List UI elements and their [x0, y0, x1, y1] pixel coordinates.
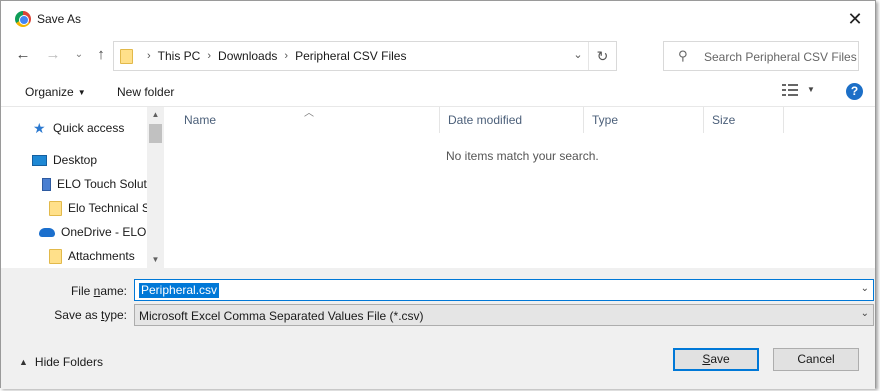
breadcrumb-separator-icon: › — [147, 50, 151, 62]
folder-icon — [49, 200, 62, 216]
column-header-name[interactable]: Name — [176, 107, 440, 133]
sidebar-item-label: Elo Technical S — [68, 201, 147, 215]
star-icon: ★ — [33, 119, 46, 136]
back-arrow-icon[interactable]: ← — [13, 45, 33, 65]
save-as-type-dropdown-icon[interactable]: ⌄ — [861, 308, 869, 319]
sidebar-item-label: Attachments — [68, 249, 135, 263]
organize-label: Organize — [25, 85, 74, 99]
main-pane: ★ Quick access Desktop ELO Touch Solut E… — [1, 107, 875, 268]
sidebar-item-attachments[interactable]: Attachments — [49, 246, 135, 266]
search-placeholder: Search Peripheral CSV Files — [704, 50, 857, 64]
save-button[interactable]: Save — [673, 348, 759, 371]
breadcrumb-separator-icon[interactable]: › — [284, 50, 288, 62]
new-folder-button[interactable]: New folder — [117, 85, 174, 99]
breadcrumb-downloads[interactable]: Downloads — [218, 49, 277, 63]
window-title: Save As — [37, 12, 82, 26]
column-header-date-modified[interactable]: Date modified — [440, 107, 584, 133]
desktop-icon — [32, 154, 47, 166]
navigation-pane: ★ Quick access Desktop ELO Touch Solut E… — [1, 107, 147, 268]
caret-down-icon: ▼ — [77, 88, 86, 97]
breadcrumb: › This PC › Downloads › Peripheral CSV F… — [140, 49, 406, 63]
chevron-up-icon: ▲ — [19, 357, 28, 367]
file-name-dropdown-icon[interactable]: ⌄ — [861, 283, 869, 294]
scroll-up-icon[interactable]: ▲ — [147, 107, 164, 123]
close-icon[interactable]: ✕ — [843, 7, 867, 31]
hide-folders-button[interactable]: ▲ Hide Folders — [19, 355, 103, 369]
sidebar-item-label: Desktop — [53, 153, 98, 167]
file-name-value: Peripheral.csv — [139, 283, 220, 298]
command-toolbar: Organize ▼ New folder ▼ ? — [1, 77, 875, 107]
recent-locations-chevron-icon[interactable]: ⌄ — [69, 45, 89, 65]
folder-icon — [120, 49, 133, 64]
sidebar-item-label: Quick access — [53, 121, 125, 135]
address-bar[interactable]: › This PC › Downloads › Peripheral CSV F… — [113, 41, 617, 71]
breadcrumb-separator-icon[interactable]: › — [207, 50, 211, 62]
file-name-label: File name: — [70, 284, 127, 298]
up-arrow-icon[interactable]: ↑ — [91, 45, 111, 65]
navigation-scrollbar[interactable]: ▲ ▼ — [147, 107, 164, 268]
save-as-type-label: Save as type: — [54, 308, 127, 322]
sidebar-item-elo-technical[interactable]: Elo Technical S — [49, 198, 147, 218]
navigation-bar: ← → ⌄ ↑ › This PC › Downloads › Peripher… — [1, 37, 875, 77]
cloud-icon — [39, 227, 55, 237]
title-bar: Save As ✕ — [1, 1, 875, 37]
refresh-icon[interactable]: ↻ — [588, 42, 616, 70]
sidebar-item-elo-touch-solutions[interactable]: ELO Touch Solut — [39, 174, 147, 194]
breadcrumb-this-pc[interactable]: This PC — [158, 49, 201, 63]
save-as-type-value: Microsoft Excel Comma Separated Values F… — [139, 309, 424, 323]
sidebar-item-quick-access[interactable]: ★ Quick access — [33, 118, 124, 138]
file-name-input[interactable]: Peripheral.csv ⌄ — [134, 279, 874, 301]
save-as-type-select[interactable]: Microsoft Excel Comma Separated Values F… — [134, 304, 874, 326]
chrome-icon — [15, 11, 31, 27]
search-box[interactable]: ⚲ Search Peripheral CSV Files — [663, 41, 859, 71]
cancel-button[interactable]: Cancel — [773, 348, 859, 371]
breadcrumb-peripheral-csv-files[interactable]: Peripheral CSV Files — [295, 49, 406, 63]
scroll-down-icon[interactable]: ▼ — [147, 252, 164, 268]
building-icon — [42, 177, 51, 191]
help-icon[interactable]: ? — [846, 83, 863, 100]
forward-arrow-icon[interactable]: → — [43, 45, 63, 65]
sidebar-item-label: OneDrive - ELO T — [61, 225, 147, 239]
folder-icon — [49, 248, 62, 264]
search-icon: ⚲ — [678, 48, 688, 63]
view-dropdown-icon[interactable]: ▼ — [807, 85, 815, 94]
sidebar-item-desktop[interactable]: Desktop — [32, 150, 97, 170]
organize-button[interactable]: Organize ▼ — [25, 85, 86, 99]
view-options-icon[interactable] — [782, 84, 798, 98]
hide-folders-label: Hide Folders — [34, 355, 103, 369]
address-dropdown-icon[interactable]: ⌄ — [570, 48, 586, 61]
column-header-type[interactable]: Type — [584, 107, 704, 133]
save-form: File name: Peripheral.csv ⌄ Save as type… — [1, 268, 875, 389]
scrollbar-thumb[interactable] — [149, 124, 162, 143]
column-header-size[interactable]: Size — [704, 107, 784, 133]
file-list: ︿ Name Date modified Type Size No items … — [164, 107, 877, 268]
sidebar-item-onedrive[interactable]: OneDrive - ELO T — [39, 222, 147, 242]
sidebar-item-label: ELO Touch Solut — [57, 177, 147, 191]
save-as-dialog: Save As ✕ ← → ⌄ ↑ › This PC › Downloads … — [0, 0, 876, 389]
empty-folder-message: No items match your search. — [446, 149, 599, 163]
